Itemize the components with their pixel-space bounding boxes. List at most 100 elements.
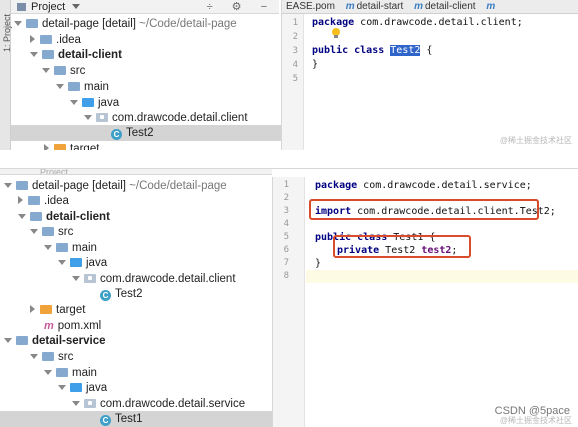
lightbulb-icon[interactable] — [332, 28, 340, 38]
tab-detail-client[interactable]: m detail-client — [410, 0, 480, 13]
expand-arrow-icon[interactable] — [18, 214, 26, 219]
tab-label: detail-client — [424, 1, 476, 12]
expand-arrow-icon[interactable] — [42, 68, 50, 73]
top-screenshot: 1: Project Project ÷ ⚙ − detail-page [de… — [0, 0, 578, 150]
project-tool-strip[interactable]: 1: Project — [0, 0, 12, 150]
code-line-1[interactable]: package com.drawcode.detail.client; — [312, 16, 523, 30]
expand-arrow-icon[interactable] — [72, 276, 80, 281]
code-text: com.drawcode.detail.service; — [357, 180, 532, 191]
expand-arrow-icon[interactable] — [58, 385, 66, 390]
tree-item-detail-client[interactable]: detail-client — [18, 209, 110, 225]
tree-item-src[interactable]: src — [42, 63, 85, 79]
current-line-highlight — [306, 270, 578, 283]
selected-identifier: Test2 — [390, 45, 421, 56]
tree-label: pom.xml — [57, 320, 102, 332]
tree-item-detail-service[interactable]: detail-service — [4, 333, 106, 349]
chevron-down-icon[interactable] — [72, 4, 81, 9]
tree-item-test2[interactable]: C Test2 — [100, 286, 143, 302]
tree-item-target[interactable]: target — [44, 141, 99, 150]
tree-label: src — [58, 351, 74, 363]
line-number: 5 — [292, 74, 298, 84]
tree-item-test2[interactable]: C Test2 — [11, 125, 281, 141]
maven-icon: m — [414, 1, 423, 12]
expand-arrow-icon[interactable] — [14, 21, 22, 26]
tree-label: .idea — [44, 195, 69, 207]
tree-item-pom[interactable]: m pom.xml — [44, 318, 101, 334]
class-icon: C — [100, 290, 111, 301]
tree-label: Test2 — [115, 288, 143, 300]
maven-icon: m — [44, 320, 54, 332]
line-number: 6 — [283, 245, 289, 255]
expand-arrow-icon[interactable] — [4, 338, 12, 343]
folder-icon — [56, 243, 68, 252]
tree-item-src-service[interactable]: src — [30, 349, 73, 365]
editor-pane-top[interactable]: EASE.pom m detail-start m detail-client m … — [281, 0, 578, 150]
expand-arrow-icon[interactable] — [56, 84, 64, 89]
tree-label: main — [72, 242, 97, 254]
tree-item-test1[interactable]: C Test1 — [0, 411, 272, 427]
folder-icon — [56, 368, 68, 377]
expand-arrow-icon[interactable] — [58, 260, 66, 265]
code-line-3[interactable]: public class Test2 { — [312, 44, 432, 58]
code-text: com.drawcode.detail.client; — [354, 17, 523, 28]
line-number: 2 — [292, 32, 298, 42]
tree-item-root[interactable]: detail-page [detail] ~/Code/detail-page — [14, 16, 237, 32]
editor-tabs: EASE.pom m detail-start m detail-client m — [282, 0, 578, 14]
expand-arrow-icon[interactable] — [30, 52, 38, 57]
code-line-7[interactable]: } — [315, 257, 321, 270]
tree-path: ~/Code/detail-page — [125, 180, 227, 192]
tree-label: java — [86, 382, 108, 394]
watermark: @稀土掘金技术社区 — [499, 136, 572, 145]
bottom-screenshot: Project detail-page [detail] ~/Code/deta… — [0, 168, 578, 427]
tree-item-idea[interactable]: .idea — [30, 32, 81, 48]
tree-item-java[interactable]: java — [58, 255, 107, 271]
tree-label: com.drawcode.detail.service — [100, 398, 246, 410]
project-icon — [17, 3, 26, 11]
tree-item-java[interactable]: java — [70, 95, 119, 111]
source-folder-icon — [70, 383, 82, 392]
tree-item-main[interactable]: main — [56, 79, 109, 95]
editor-pane-bottom[interactable]: 1 2 3 4 5 6 7 8 package com.drawcode.det… — [272, 177, 578, 427]
folder-icon — [54, 66, 66, 75]
tab-detail-start[interactable]: m detail-start — [342, 0, 408, 13]
code-line-1[interactable]: package com.drawcode.detail.service; — [315, 179, 532, 192]
expand-arrow-icon[interactable] — [84, 115, 92, 120]
tree-label: com.drawcode.detail.client — [112, 112, 248, 124]
excluded-folder-icon — [40, 305, 52, 314]
expand-arrow-icon[interactable] — [44, 370, 52, 375]
tree-item-idea[interactable]: .idea — [18, 193, 69, 209]
expand-arrow-icon[interactable] — [70, 100, 78, 105]
project-dropdown-label[interactable]: Project — [31, 1, 65, 13]
tree-item-src[interactable]: src — [30, 224, 73, 240]
module-folder-icon — [16, 336, 28, 345]
tree-item-java-service[interactable]: java — [58, 380, 107, 396]
tree-item-root[interactable]: detail-page [detail] ~/Code/detail-page — [4, 178, 227, 194]
maven-icon: m — [345, 1, 355, 12]
tree-item-target[interactable]: target — [30, 302, 85, 318]
expand-arrow-icon[interactable] — [30, 354, 38, 359]
tree-item-detail-client[interactable]: detail-client — [30, 47, 122, 63]
collapse-arrow-icon[interactable] — [30, 35, 35, 43]
collapse-arrow-icon[interactable] — [30, 305, 35, 313]
collapse-arrow-icon[interactable] — [44, 144, 49, 150]
tree-label: java — [86, 257, 108, 269]
tree-item-main-service[interactable]: main — [44, 365, 97, 381]
collapse-arrow-icon[interactable] — [18, 196, 23, 204]
tree-item-client-package[interactable]: com.drawcode.detail.client — [84, 110, 248, 126]
tree-item-main[interactable]: main — [44, 240, 97, 256]
expand-arrow-icon[interactable] — [4, 183, 12, 188]
tree-item-service-package[interactable]: com.drawcode.detail.service — [72, 396, 245, 412]
tree-label: detail-client — [46, 211, 110, 223]
project-header-icons[interactable]: ÷ ⚙ − — [207, 0, 275, 14]
line-gutter: 1 2 3 4 5 — [282, 14, 304, 150]
project-panel-header: Project — [0, 169, 272, 175]
expand-arrow-icon[interactable] — [44, 245, 52, 250]
code-line-4[interactable]: } — [312, 58, 318, 72]
expand-arrow-icon[interactable] — [72, 401, 80, 406]
maven-icon: m — [486, 1, 496, 12]
expand-arrow-icon[interactable] — [30, 229, 38, 234]
tab-pom[interactable]: EASE.pom — [282, 0, 339, 13]
tree-item-client-package[interactable]: com.drawcode.detail.client — [72, 271, 236, 287]
tab-next[interactable]: m — [482, 0, 501, 13]
line-number: 1 — [292, 18, 298, 28]
